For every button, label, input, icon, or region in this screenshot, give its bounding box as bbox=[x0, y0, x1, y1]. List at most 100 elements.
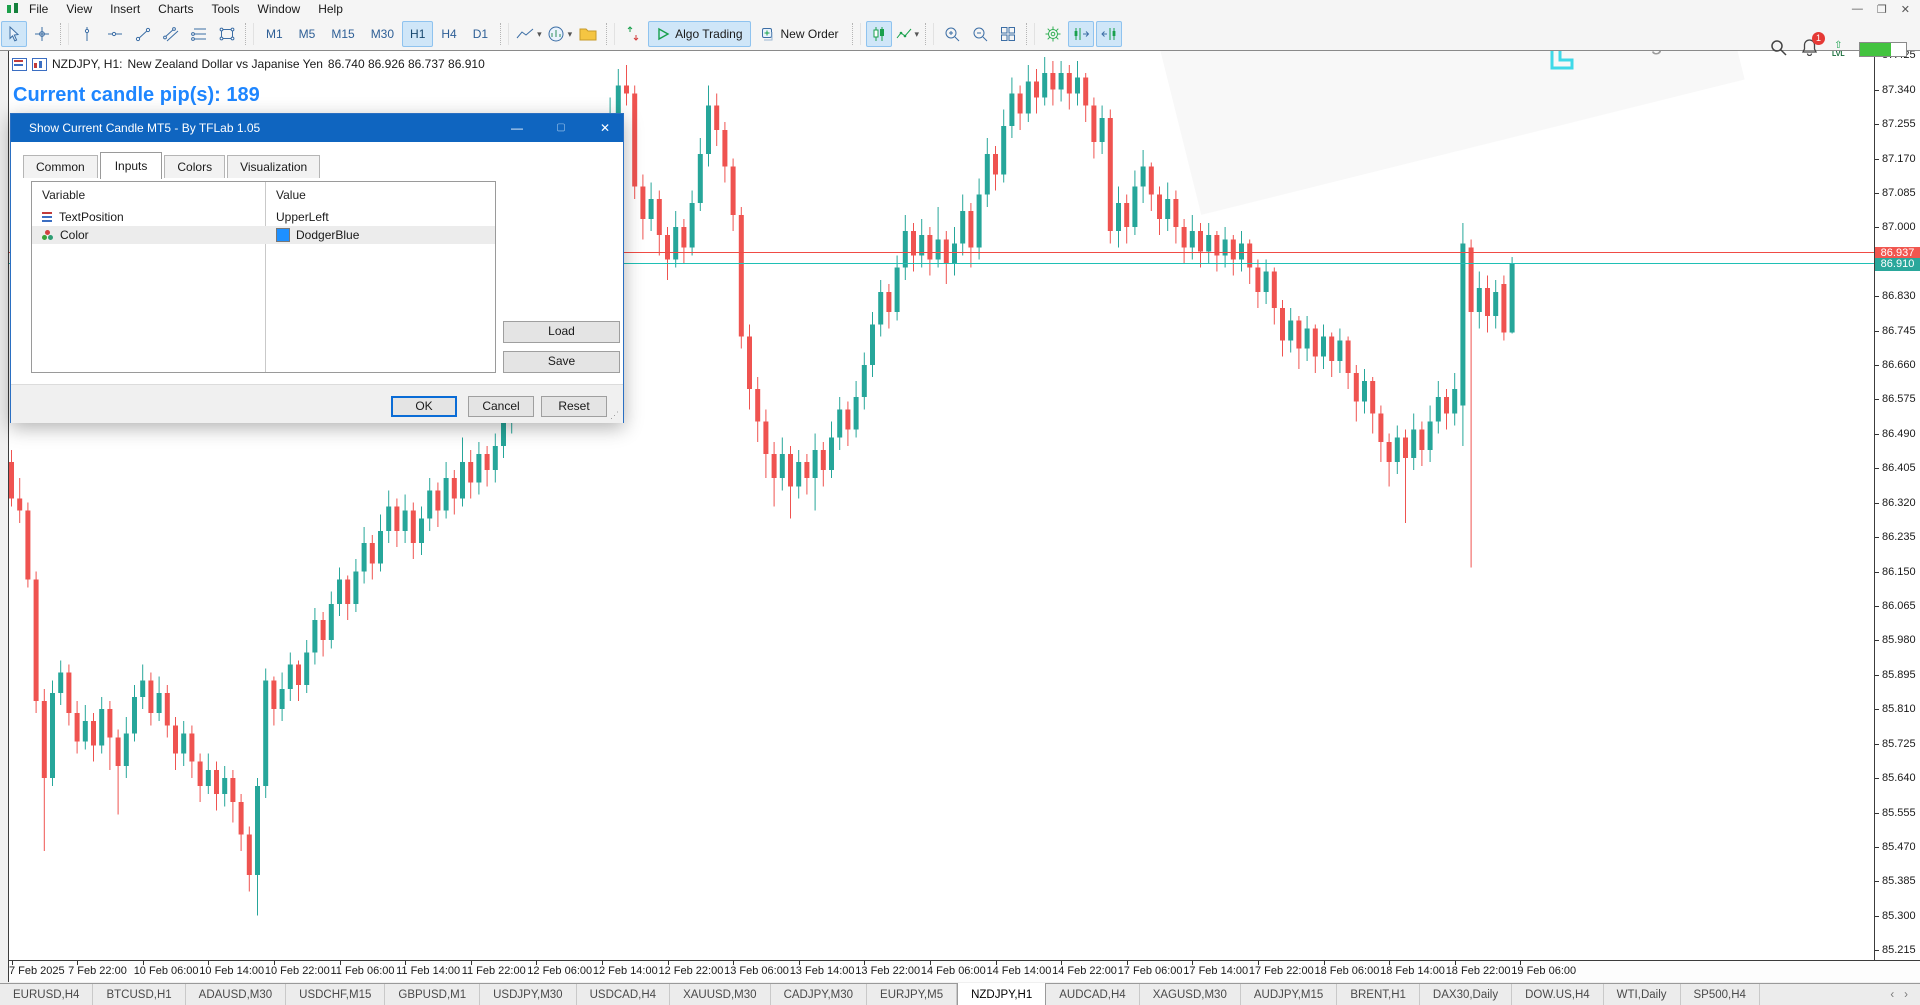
symbol-tab-eurjpy-m5[interactable]: EURJPY,M5 bbox=[867, 984, 957, 1005]
timeframe-h1-button[interactable]: H1 bbox=[402, 21, 433, 47]
dialog-close-button[interactable]: ✕ bbox=[591, 114, 619, 142]
price-tick bbox=[1875, 744, 1879, 745]
symbol-tab-audjpy-m15[interactable]: AUDJPY,M15 bbox=[1241, 984, 1337, 1005]
symbol-tab-nzdjpy-h1[interactable]: NZDJPY,H1 bbox=[957, 983, 1046, 1005]
menu-tools[interactable]: Tools bbox=[203, 1, 249, 17]
symbol-tab-dow-us-h4[interactable]: DOW.US,H4 bbox=[1512, 984, 1604, 1005]
menu-charts[interactable]: Charts bbox=[149, 1, 202, 17]
timeframe-m15-button[interactable]: M15 bbox=[323, 21, 362, 47]
zoom-out-button[interactable] bbox=[967, 21, 993, 47]
dialog-tab-visualization[interactable]: Visualization bbox=[227, 155, 320, 178]
crosshair-tool-button[interactable] bbox=[29, 21, 55, 47]
symbol-tab-xauusd-m30[interactable]: XAUUSD,M30 bbox=[670, 984, 771, 1005]
input-row-color[interactable]: Color DodgerBlue bbox=[32, 226, 495, 244]
window-minimize-button[interactable]: — bbox=[1852, 3, 1863, 16]
price-label: 87.170 bbox=[1882, 153, 1916, 165]
dialog-maximize-button[interactable]: ▢ bbox=[547, 114, 575, 142]
new-order-button[interactable]: New Order bbox=[753, 21, 847, 47]
symbol-tab-audcad-h4[interactable]: AUDCAD,H4 bbox=[1046, 984, 1139, 1005]
price-label: 85.470 bbox=[1882, 841, 1916, 853]
algo-trading-button[interactable]: Algo Trading bbox=[648, 21, 750, 47]
depth-of-market-icon[interactable] bbox=[12, 58, 27, 71]
inputs-table[interactable]: Variable ValueTextPosition UpperLeftColo… bbox=[31, 181, 496, 373]
symbol-tab-brent-h1[interactable]: BRENT,H1 bbox=[1337, 984, 1420, 1005]
timeframe-h4-button[interactable]: H4 bbox=[433, 21, 464, 47]
connection-progress-bar bbox=[1859, 42, 1907, 57]
variable-value[interactable]: UpperLeft bbox=[276, 210, 329, 224]
zoom-in-icon bbox=[943, 25, 961, 43]
symbol-tab-cadjpy-m30[interactable]: CADJPY,M30 bbox=[771, 984, 867, 1005]
search-button[interactable] bbox=[1770, 39, 1787, 61]
menu-insert[interactable]: Insert bbox=[101, 1, 149, 17]
symbol-tab-usdchf-m15[interactable]: USDCHF,M15 bbox=[286, 984, 385, 1005]
price-tick bbox=[1875, 296, 1879, 297]
time-axis[interactable]: 7 Feb 20257 Feb 22:0010 Feb 06:0010 Feb … bbox=[9, 961, 1920, 982]
timeframe-m5-button[interactable]: M5 bbox=[291, 21, 324, 47]
notification-badge: 1 bbox=[1812, 32, 1825, 45]
shapes-tool-button[interactable] bbox=[214, 21, 240, 47]
cancel-button[interactable]: Cancel bbox=[468, 396, 534, 417]
settings-button[interactable] bbox=[1040, 21, 1066, 47]
symbol-tab-xagusd-m30[interactable]: XAGUSD,M30 bbox=[1140, 984, 1241, 1005]
trendline-tool-button[interactable] bbox=[130, 21, 156, 47]
symbol-tab-wti-daily[interactable]: WTI,Daily bbox=[1604, 984, 1681, 1005]
deposit-withdraw-button[interactable] bbox=[620, 21, 646, 47]
fibonacci-tool-button[interactable] bbox=[186, 21, 212, 47]
symbol-tab-usdcad-h4[interactable]: USDCAD,H4 bbox=[577, 984, 670, 1005]
reset-button[interactable]: Reset bbox=[541, 396, 607, 417]
channel-tool-button[interactable] bbox=[158, 21, 184, 47]
time-label: 12 Feb 14:00 bbox=[593, 965, 658, 977]
line-chart-mode-button[interactable]: ▾ bbox=[894, 21, 921, 47]
price-label: 86.490 bbox=[1882, 428, 1916, 440]
toolbar-separator bbox=[1026, 23, 1035, 45]
symbol-tab-dax30-daily[interactable]: DAX30,Daily bbox=[1420, 984, 1512, 1005]
save-button[interactable]: Save bbox=[503, 351, 620, 373]
price-tick bbox=[1875, 847, 1879, 848]
symbol-tab-gbpusd-m1[interactable]: GBPUSD,M1 bbox=[385, 984, 480, 1005]
templates-button[interactable] bbox=[575, 21, 601, 47]
symbol-tab-btcusd-h1[interactable]: BTCUSD,H1 bbox=[93, 984, 185, 1005]
price-axis[interactable]: 87.42587.34087.25587.17087.08587.00086.9… bbox=[1875, 51, 1920, 960]
timeframe-d1-button[interactable]: D1 bbox=[465, 21, 496, 47]
indicators-button[interactable]: ▾ bbox=[545, 21, 574, 47]
tabs-scroll-right-button[interactable]: › bbox=[1904, 989, 1908, 1001]
one-click-trading-icon[interactable] bbox=[32, 58, 47, 71]
symbol-tab-usdjpy-m30[interactable]: USDJPY,M30 bbox=[480, 984, 576, 1005]
symbol-tab-eurusd-h4[interactable]: EURUSD,H4 bbox=[0, 984, 93, 1005]
chart-type-button[interactable]: ▾ bbox=[514, 21, 543, 47]
window-restore-button[interactable]: ❐ bbox=[1877, 3, 1887, 16]
tile-windows-button[interactable] bbox=[995, 21, 1021, 47]
resize-grip[interactable]: ⋰ bbox=[610, 410, 620, 421]
time-label: 18 Feb 22:00 bbox=[1446, 965, 1511, 977]
menu-help[interactable]: Help bbox=[309, 1, 352, 17]
menu-view[interactable]: View bbox=[57, 1, 101, 17]
load-button[interactable]: Load bbox=[503, 321, 620, 343]
vertical-line-tool-button[interactable] bbox=[74, 21, 100, 47]
chart-shift-button[interactable] bbox=[1068, 21, 1094, 47]
variable-value[interactable]: DodgerBlue bbox=[296, 228, 359, 242]
symbol-tab-sp500-h4[interactable]: SP500,H4 bbox=[1681, 984, 1760, 1005]
menu-window[interactable]: Window bbox=[249, 1, 310, 17]
symbol-tab-adausd-m30[interactable]: ADAUSD,M30 bbox=[186, 984, 287, 1005]
toolbar: M1M5M15M30H1H4D1 ▾ ▾ Algo Trading New Or… bbox=[0, 18, 1920, 51]
zoom-in-button[interactable] bbox=[939, 21, 965, 47]
timeframe-m30-button[interactable]: M30 bbox=[363, 21, 402, 47]
auto-scroll-button[interactable] bbox=[1096, 21, 1122, 47]
dialog-minimize-button[interactable]: — bbox=[503, 114, 531, 142]
cursor-tool-button[interactable] bbox=[1, 21, 27, 47]
tabs-scroll-left-button[interactable]: ‹ bbox=[1890, 989, 1894, 1001]
dialog-title-bar[interactable]: Show Current Candle MT5 - By TFLab 1.05 bbox=[11, 114, 623, 142]
dialog-tab-colors[interactable]: Colors bbox=[164, 155, 225, 178]
ok-button[interactable]: OK bbox=[391, 396, 457, 417]
input-row-textposition[interactable]: TextPosition UpperLeft bbox=[32, 208, 495, 226]
level-indicator[interactable]: ⇧ LVL bbox=[1832, 41, 1845, 58]
dialog-tab-inputs[interactable]: Inputs bbox=[100, 152, 163, 179]
window-close-button[interactable]: ✕ bbox=[1901, 3, 1910, 16]
menu-file[interactable]: File bbox=[20, 1, 57, 17]
timeframe-m1-button[interactable]: M1 bbox=[258, 21, 291, 47]
notifications-button[interactable]: 1 bbox=[1801, 38, 1818, 61]
horizontal-line-tool-button[interactable] bbox=[102, 21, 128, 47]
symbol-tab-bar: EURUSD,H4BTCUSD,H1ADAUSD,M30USDCHF,M15GB… bbox=[0, 983, 1920, 1005]
dialog-tab-common[interactable]: Common bbox=[23, 155, 98, 178]
candlestick-chart-button[interactable] bbox=[866, 21, 892, 47]
